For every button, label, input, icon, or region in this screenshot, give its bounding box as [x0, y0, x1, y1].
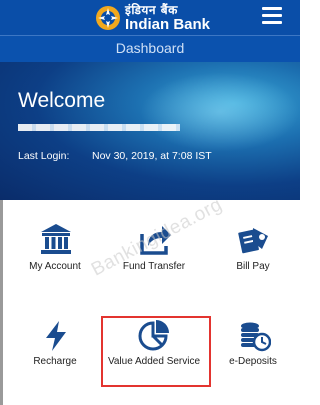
app-header: इंडियन बैंक Indian Bank [0, 0, 300, 35]
welcome-banner: Welcome Last Login: Nov 30, 2019, at 7:0… [0, 62, 300, 200]
tile-label: Recharge [33, 356, 77, 367]
logo-hindi-text: इंडियन बैंक [125, 3, 178, 17]
dashboard-bar: Dashboard [0, 35, 300, 62]
hamburger-menu-icon[interactable] [262, 7, 282, 25]
banner-glow [140, 72, 300, 152]
page-title: Dashboard [115, 40, 185, 56]
highlight-box [101, 316, 211, 387]
tile-label: e-Deposits [229, 356, 277, 367]
last-login-label: Last Login: [18, 150, 70, 162]
bank-building-icon [41, 224, 71, 254]
tile-label: Bill Pay [236, 261, 270, 272]
left-edge-strip [0, 200, 3, 405]
tile-recharge[interactable]: Recharge [5, 315, 105, 405]
logo-english-text: Indian Bank [125, 16, 211, 33]
masked-username [18, 124, 180, 131]
indian-bank-logo: इंडियन बैंक Indian Bank [95, 2, 210, 34]
bill-pay-icon [238, 228, 268, 254]
bank-emblem-icon [96, 6, 120, 30]
tile-e-deposits[interactable]: e-Deposits [203, 315, 303, 405]
coins-clock-icon [241, 322, 271, 352]
welcome-heading: Welcome [18, 89, 106, 112]
tile-bill-pay[interactable]: Bill Pay [203, 218, 303, 308]
lightning-icon [46, 321, 66, 351]
last-login-value: Nov 30, 2019, at 7:08 IST [92, 150, 212, 162]
